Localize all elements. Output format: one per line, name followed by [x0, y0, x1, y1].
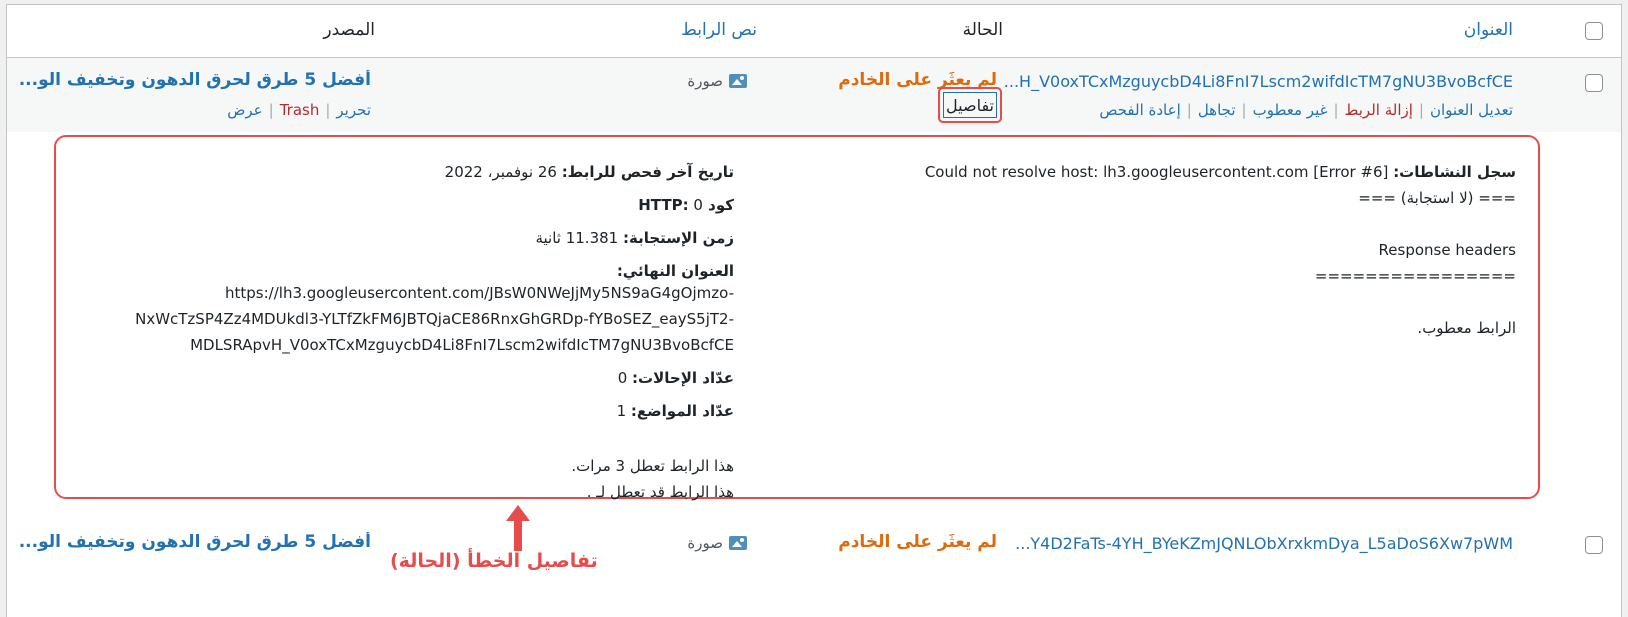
column-header-link-text[interactable]: نص الرابط	[681, 20, 757, 40]
log-value: Could not resolve host: lh3.googleuserco…	[924, 163, 1389, 181]
instances-label: عدّاد المواضع:	[630, 402, 734, 420]
last-check-label: تاريخ آخر فحص للرابط:	[561, 163, 734, 181]
source-post-title[interactable]: أفضل 5 طرق لحرق الدهون وتخفيف الو...	[16, 70, 371, 90]
failure-duration-note: هذا الرابط قد تعطل لـ .	[586, 483, 734, 501]
http-code-value: 0	[693, 196, 703, 214]
separator-line: ================	[1314, 267, 1516, 285]
broken-message: الرابط معطوب.	[1417, 319, 1516, 337]
annotation-arrow-icon	[506, 505, 530, 551]
select-all-checkbox[interactable]	[1585, 22, 1603, 40]
link-status: لم يعثَر على الخادم	[838, 532, 997, 552]
redirects-value: 0	[617, 369, 628, 387]
last-check-value: 26 نوفمبر، 2022	[444, 163, 557, 181]
table-row: ...H_V0oxTCxMzguycbD4Li8FnI7Lscm2wifdIcT…	[7, 58, 1621, 132]
no-response-line: === (لا استجابة) ===	[1358, 189, 1516, 207]
view-post-action[interactable]: عرض	[227, 101, 262, 119]
response-headers-label: Response headers	[1378, 241, 1516, 259]
failure-count-note: هذا الرابط تعطل 3 مرات.	[571, 457, 734, 475]
link-info: تاريخ آخر فحص للرابط: 26 نوفمبر، 2022 كو…	[74, 159, 734, 505]
link-details-panel: سجل النشاطات: Could not resolve host: lh…	[54, 135, 1540, 501]
details-button[interactable]: تفاصيل	[943, 92, 997, 118]
edit-post-action[interactable]: تحرير	[336, 101, 371, 119]
details-highlight: تفاصيل	[938, 87, 1002, 123]
http-code-label: كود HTTP:	[638, 196, 734, 214]
link-text-cell: صورة	[687, 534, 747, 552]
unlink-action[interactable]: إزالة الربط	[1345, 101, 1413, 119]
column-header-status: الحالة	[962, 20, 1003, 40]
link-text-label: صورة	[687, 72, 723, 90]
table-row: ...Y4D2FaTs-4YH_BYeKZmJQNLObXrxkmDya_L5a…	[7, 510, 1621, 580]
column-header-source: المصدر	[323, 20, 375, 40]
final-url-value: https://lh3.googleusercontent.com/JBsW0N…	[74, 280, 734, 358]
row-checkbox[interactable]	[1585, 74, 1603, 92]
source-post-title[interactable]: أفضل 5 طرق لحرق الدهون وتخفيف الو...	[16, 532, 371, 552]
link-url[interactable]: ...H_V0oxTCxMzguycbD4Li8FnI7Lscm2wifdIcT…	[1004, 72, 1513, 91]
activity-log: سجل النشاطات: Could not resolve host: lh…	[876, 159, 1516, 341]
column-header-address[interactable]: العنوان	[1464, 20, 1513, 40]
log-label: سجل النشاطات:	[1393, 163, 1516, 181]
response-time-label: زمن الإستجابة:	[623, 229, 734, 247]
source-actions: تحرير|Trash|عرض	[227, 101, 371, 119]
link-text-cell: صورة	[687, 72, 747, 90]
annotation-label: تفاصيل الخطأ (الحالة)	[390, 550, 598, 572]
redirects-label: عدّاد الإحالات:	[632, 369, 734, 387]
link-url[interactable]: ...Y4D2FaTs-4YH_BYeKZmJQNLObXrxkmDya_L5a…	[1015, 534, 1513, 553]
image-icon	[729, 536, 747, 550]
final-url-label: العنوان النهائي:	[616, 262, 734, 280]
edit-url-action[interactable]: تعديل العنوان	[1430, 101, 1513, 119]
row-checkbox[interactable]	[1585, 536, 1603, 554]
link-text-label: صورة	[687, 534, 723, 552]
final-url-line: MDLSRApvH_V0oxTCxMzguycbD4Li8FnI7Lscm2wi…	[190, 336, 734, 354]
final-url-line: https://lh3.googleusercontent.com/JBsW0N…	[225, 284, 734, 302]
response-time-value: 11.381 ثانية	[535, 229, 619, 247]
instances-value: 1	[616, 402, 627, 420]
image-icon	[729, 74, 747, 88]
not-broken-action[interactable]: غير معطوب	[1253, 101, 1328, 119]
table-header: العنوان الحالة نص الرابط المصدر	[7, 5, 1621, 58]
trash-post-action[interactable]: Trash	[280, 101, 320, 119]
final-url-line: NxWcTzSP4Zz4MDUkdl3-YLTfZkFM6JBTQjaCE86R…	[135, 310, 734, 328]
recheck-action[interactable]: إعادة الفحص	[1099, 101, 1180, 119]
dismiss-action[interactable]: تجاهل	[1198, 101, 1236, 119]
row-actions: تعديل العنوان|إزالة الربط|غير معطوب|تجاه…	[1099, 101, 1513, 119]
